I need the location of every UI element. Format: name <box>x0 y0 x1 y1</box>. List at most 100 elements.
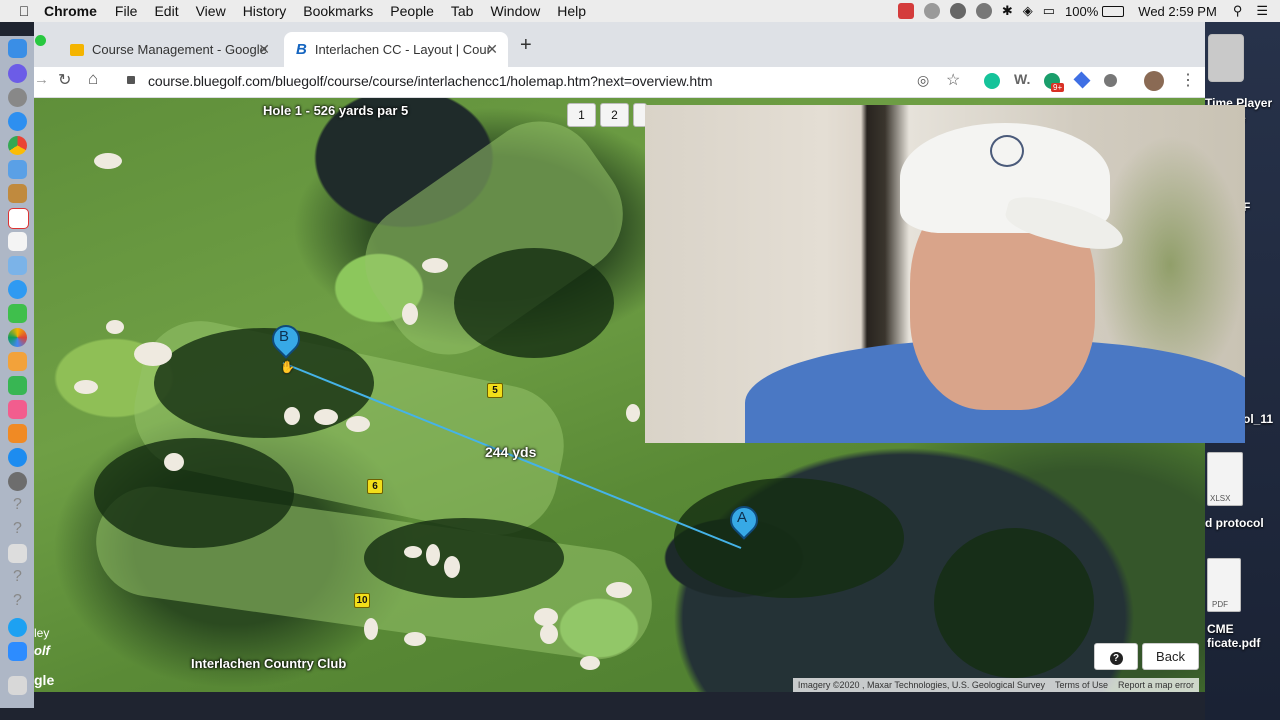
menu-edit[interactable]: Edit <box>154 3 178 19</box>
unknown-app-icon-1[interactable]: ? <box>8 496 27 515</box>
siri-icon[interactable] <box>8 64 27 83</box>
skype-icon[interactable] <box>8 618 27 637</box>
imagery-credit: Imagery ©2020 , Maxar Technologies, U.S.… <box>797 680 1045 690</box>
grammarly-icon[interactable] <box>984 73 1000 89</box>
search-icon[interactable]: ⚲ <box>1233 3 1243 19</box>
club-name: Interlachen Country Club <box>191 656 347 671</box>
launchpad-icon[interactable] <box>8 88 27 107</box>
menu-view[interactable]: View <box>196 3 226 19</box>
system-preferences-icon[interactable] <box>8 472 27 491</box>
safari-icon[interactable] <box>8 112 27 131</box>
apple-icon[interactable]:  <box>16 3 32 19</box>
close-tab-icon[interactable]: ✕ <box>258 41 270 58</box>
menu-history[interactable]: History <box>243 3 287 19</box>
unknown-app-icon-3[interactable]: ? <box>8 568 27 587</box>
disk-icon[interactable] <box>1208 34 1244 82</box>
menu-bookmarks[interactable]: Bookmarks <box>303 3 373 19</box>
hole-marker-5[interactable]: 5 <box>487 383 503 398</box>
hole-title: Hole 1 - 526 yards par 5 <box>263 103 409 118</box>
unknown-app-icon-4[interactable]: ? <box>8 592 27 611</box>
wifi-icon[interactable]: ◈ <box>1023 3 1033 19</box>
menu-help[interactable]: Help <box>557 3 586 19</box>
zoom-window-button[interactable] <box>35 35 46 46</box>
hole-button-2[interactable]: 2 <box>600 103 629 127</box>
mouse-cursor-icon: ✋ <box>280 360 295 374</box>
close-tab-icon[interactable]: ✕ <box>486 41 498 58</box>
terms-link[interactable]: Terms of Use <box>1050 680 1113 690</box>
pin-a-label: A <box>736 509 747 526</box>
back-button[interactable]: Back <box>1142 643 1199 670</box>
notification-center-icon[interactable]: ☰ <box>1256 3 1268 19</box>
facetime-icon[interactable] <box>8 304 27 323</box>
address-bar[interactable]: course.bluegolf.com/bluegolf/course/cour… <box>148 73 713 89</box>
mail-icon[interactable] <box>8 160 27 179</box>
desktop-label-5[interactable]: d protocol <box>1205 516 1264 530</box>
chrome-icon[interactable] <box>8 136 27 155</box>
tab-title: Interlachen CC - Layout | Cour <box>314 42 491 57</box>
document-app-icon[interactable] <box>8 544 27 563</box>
finder-icon[interactable] <box>8 39 27 58</box>
tab-course-management[interactable]: Course Management - Google ✕ <box>58 32 280 67</box>
xlsx-file-icon[interactable]: XLSX <box>1207 452 1243 506</box>
hole-marker-10[interactable]: 10 <box>354 593 370 608</box>
google-logo-fragment: gle <box>34 672 55 688</box>
graduation-cap-icon[interactable] <box>1073 71 1091 89</box>
extension-circle-icon[interactable] <box>1104 74 1117 87</box>
menu-app-name[interactable]: Chrome <box>44 3 97 19</box>
messages-icon[interactable] <box>8 280 27 299</box>
wordtune-icon[interactable]: W. <box>1014 71 1030 87</box>
home-icon[interactable]: ⌂ <box>88 69 98 89</box>
pdf-file-icon[interactable]: PDF <box>1207 558 1241 612</box>
bookmark-star-icon[interactable]: ☆ <box>946 70 960 90</box>
app-store-icon[interactable] <box>8 448 27 467</box>
photos-preview-icon[interactable] <box>8 256 27 275</box>
numbers-icon[interactable] <box>8 376 27 395</box>
menu-window[interactable]: Window <box>490 3 540 19</box>
photos-icon[interactable] <box>8 328 27 347</box>
notes-app-icon[interactable] <box>8 184 27 203</box>
browser-menu-icon[interactable]: ⋮ <box>1180 70 1196 90</box>
books-icon[interactable] <box>8 424 27 443</box>
desktop-label-4[interactable]: ol_11 <box>1243 412 1273 426</box>
sync-status-icon[interactable] <box>949 3 966 19</box>
unknown-app-icon-2[interactable]: ? <box>8 520 27 539</box>
profile-avatar[interactable] <box>1144 71 1164 91</box>
help-button[interactable]: ? <box>1094 643 1138 670</box>
tab-strip: Course Management - Google ✕ B Interlach… <box>34 22 1205 67</box>
reload-icon[interactable]: ↻ <box>58 70 71 90</box>
hole-button-1[interactable]: 1 <box>567 103 596 127</box>
bluegolf-favicon-icon: B <box>296 41 307 58</box>
battery-icon[interactable] <box>1102 5 1125 17</box>
blocked-status-icon[interactable] <box>975 3 992 19</box>
pages-icon[interactable] <box>8 352 27 371</box>
calendar-icon[interactable] <box>8 208 29 229</box>
desktop-label-6[interactable]: CME <box>1207 622 1234 636</box>
zoom-icon[interactable] <box>8 642 27 661</box>
music-icon[interactable] <box>8 400 27 419</box>
help-icon: ? <box>1109 652 1123 665</box>
menu-file[interactable]: File <box>115 3 138 19</box>
new-tab-button[interactable]: + <box>520 34 532 57</box>
location-icon[interactable]: ◎ <box>917 72 929 89</box>
globe-status-icon[interactable] <box>923 3 940 19</box>
notification-app-icon[interactable] <box>897 3 914 19</box>
trash-icon[interactable] <box>8 676 27 695</box>
webcam-video-overlay <box>645 105 1245 443</box>
map-attribution: Imagery ©2020 , Maxar Technologies, U.S.… <box>792 678 1199 692</box>
report-error-link[interactable]: Report a map error <box>1113 680 1199 690</box>
hole-marker-6[interactable]: 6 <box>367 479 383 494</box>
airplay-icon[interactable]: ▭ <box>1043 3 1055 19</box>
forward-icon[interactable]: → <box>34 71 49 88</box>
pin-b[interactable]: B <box>266 319 306 359</box>
notes-icon[interactable] <box>8 232 27 251</box>
desktop-label-7[interactable]: ficate.pdf <box>1207 636 1260 650</box>
xlsx-badge: XLSX <box>1210 494 1231 503</box>
pdf-badge: PDF <box>1212 600 1228 609</box>
bluetooth-icon[interactable]: ✱ <box>1002 3 1013 19</box>
tab-interlachen[interactable]: B Interlachen CC - Layout | Cour ✕ <box>284 32 508 67</box>
distance-label: 244 yds <box>485 444 537 460</box>
menu-people[interactable]: People <box>390 3 434 19</box>
menu-tab[interactable]: Tab <box>451 3 474 19</box>
pin-a[interactable]: A <box>724 500 764 540</box>
clock[interactable]: Wed 2:59 PM <box>1138 4 1217 19</box>
